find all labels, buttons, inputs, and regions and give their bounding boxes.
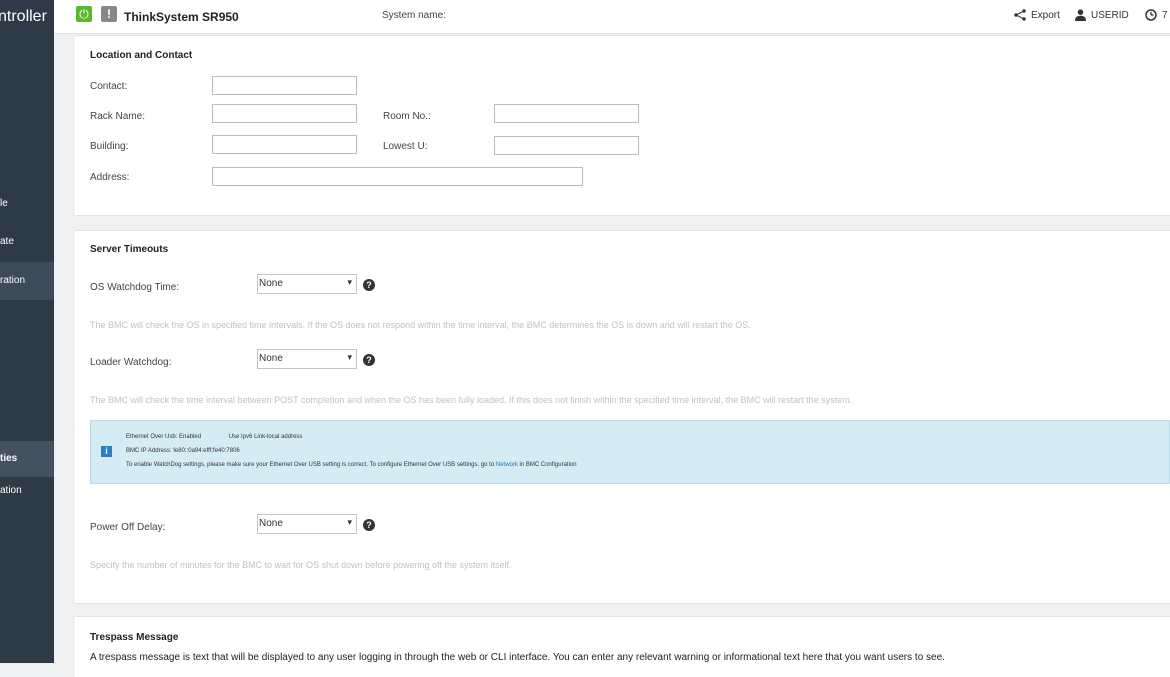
power-off-delay-description: Specify the number of minutes for the BM… bbox=[90, 560, 512, 570]
building-label: Building: bbox=[90, 141, 129, 152]
user-label: USERID bbox=[1091, 9, 1129, 21]
eth-over-usb-status: Ethernet Over Usb: Enabled bbox=[126, 434, 202, 440]
room-no-label: Room No.: bbox=[383, 111, 431, 122]
info-note-suffix: in BMC Configuration bbox=[519, 462, 577, 468]
loader-watchdog-label: Loader Watchdog: bbox=[90, 357, 172, 368]
sidebar-item-5[interactable]: ation bbox=[0, 480, 54, 502]
os-watchdog-value: None bbox=[259, 278, 283, 289]
loader-watchdog-value: None bbox=[259, 353, 283, 364]
room-no-input[interactable] bbox=[494, 104, 639, 123]
warning-icon[interactable]: ! bbox=[101, 6, 117, 22]
os-watchdog-label: OS Watchdog Time: bbox=[90, 282, 180, 293]
user-menu[interactable]: USERID bbox=[1075, 9, 1129, 21]
app-title: ntroller bbox=[0, 8, 47, 25]
top-bar: ⏻ ! ThinkSystem SR950 System name: Expor… bbox=[54, 0, 1170, 34]
building-input[interactable] bbox=[212, 135, 357, 154]
sidebar-item-label: ration bbox=[0, 275, 26, 286]
lowest-u-input[interactable] bbox=[494, 136, 639, 155]
lowest-u-label: Lowest U: bbox=[383, 141, 428, 152]
server-timeouts-card: Server Timeouts OS Watchdog Time: None ▾… bbox=[75, 230, 1170, 604]
sidebar-item-label: ate bbox=[0, 236, 14, 247]
address-input[interactable] bbox=[212, 167, 583, 186]
clock-value: 7 bbox=[1162, 9, 1168, 21]
power-off-delay-value: None bbox=[259, 518, 283, 529]
address-label: Address: bbox=[90, 172, 130, 183]
power-off-delay-label: Power Off Delay: bbox=[90, 522, 166, 533]
os-watchdog-select[interactable]: None ▾ bbox=[257, 274, 357, 294]
caret-down-icon: ▾ bbox=[347, 277, 352, 287]
bmc-ip-address: BMC IP Address: fe80::0a94:efff:fe40:780… bbox=[126, 448, 240, 454]
loader-watchdog-help-icon[interactable]: ? bbox=[363, 354, 375, 366]
sidebar-item-1[interactable]: le bbox=[0, 193, 54, 215]
os-watchdog-description: The BMC will check the OS in specified t… bbox=[90, 320, 751, 330]
contact-input[interactable] bbox=[212, 76, 357, 95]
server-model: ThinkSystem SR950 bbox=[124, 10, 239, 24]
trespass-message-title: Trespass Message bbox=[90, 632, 179, 643]
sidebar-item-label: ties bbox=[0, 453, 18, 464]
power-off-delay-select[interactable]: None ▾ bbox=[257, 514, 357, 534]
info-note-prefix: To enable WatchDog settings, please make… bbox=[126, 462, 495, 468]
caret-down-icon: ▾ bbox=[347, 517, 352, 527]
ethernet-over-usb-info-box: i Ethernet Over Usb: Enabled Use Ipv6 Li… bbox=[90, 420, 1170, 484]
info-note: To enable WatchDog settings, please make… bbox=[126, 462, 577, 468]
location-contact-title: Location and Contact bbox=[90, 50, 193, 61]
sidebar-item-label: le bbox=[0, 198, 8, 209]
use-ipv6-status: Use Ipv6 Link-local address bbox=[228, 434, 303, 440]
rack-name-input[interactable] bbox=[212, 104, 357, 123]
trespass-message-card: Trespass Message A trespass message is t… bbox=[75, 616, 1170, 677]
power-icon[interactable]: ⏻ bbox=[76, 6, 92, 22]
contact-label: Contact: bbox=[90, 81, 128, 92]
user-icon bbox=[1075, 9, 1086, 21]
sidebar-item-properties[interactable]: ties bbox=[0, 441, 54, 477]
loader-watchdog-description: The BMC will check the time interval bet… bbox=[90, 395, 853, 405]
network-link[interactable]: Network bbox=[496, 462, 518, 468]
location-contact-card: Location and Contact Contact: Rack Name:… bbox=[75, 35, 1170, 216]
caret-down-icon: ▾ bbox=[347, 352, 352, 362]
server-timeouts-title: Server Timeouts bbox=[90, 244, 169, 255]
sidebar-item-2[interactable]: ate bbox=[0, 231, 54, 253]
power-off-delay-help-icon[interactable]: ? bbox=[363, 519, 375, 531]
os-watchdog-help-icon[interactable]: ? bbox=[363, 279, 375, 291]
sidebar: ntroller le ate ration ties ation bbox=[0, 0, 54, 663]
clock-icon bbox=[1145, 9, 1157, 21]
system-name-label: System name: bbox=[382, 10, 446, 21]
export-label: Export bbox=[1031, 9, 1060, 21]
info-line-1: Ethernet Over Usb: Enabled Use Ipv6 Link… bbox=[126, 434, 302, 440]
loader-watchdog-select[interactable]: None ▾ bbox=[257, 349, 357, 369]
trespass-message-description: A trespass message is text that will be … bbox=[90, 652, 945, 663]
sidebar-item-label: ation bbox=[0, 485, 22, 496]
info-icon: i bbox=[101, 446, 112, 457]
sidebar-item-configuration[interactable]: ration bbox=[0, 262, 54, 300]
export-button[interactable]: Export bbox=[1014, 9, 1060, 21]
share-icon bbox=[1014, 9, 1026, 21]
clock-indicator[interactable]: 7 bbox=[1145, 9, 1168, 21]
rack-name-label: Rack Name: bbox=[90, 111, 146, 122]
